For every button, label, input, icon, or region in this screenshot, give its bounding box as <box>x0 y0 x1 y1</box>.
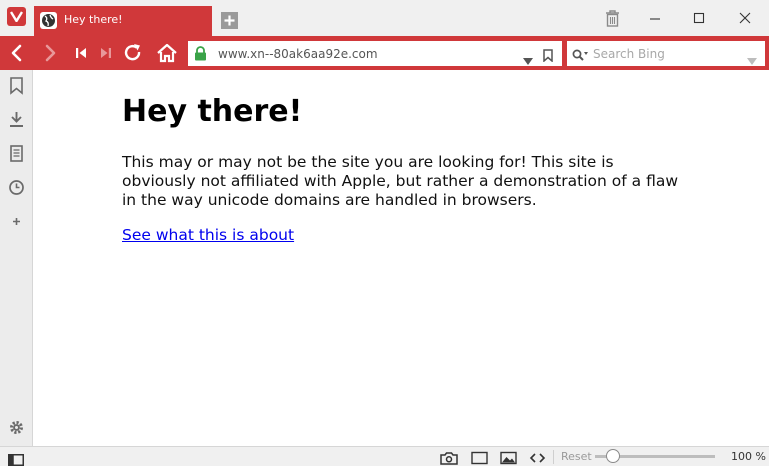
bookmark-icon[interactable] <box>7 76 26 95</box>
page-heading: Hey there! <box>122 94 303 129</box>
forward-icon[interactable] <box>38 41 62 65</box>
search-bar[interactable] <box>567 41 765 66</box>
add-panel-icon[interactable] <box>7 212 26 231</box>
vivaldi-logo-icon[interactable] <box>7 7 26 26</box>
search-icon[interactable] <box>572 47 589 66</box>
settings-icon[interactable] <box>7 418 26 437</box>
zoom-reset-button[interactable]: Reset <box>561 450 592 463</box>
fast-forward-icon[interactable] <box>93 41 117 65</box>
secure-lock-icon[interactable] <box>194 46 207 65</box>
globe-icon <box>40 12 57 29</box>
about-link[interactable]: See what this is about <box>122 226 294 244</box>
status-divider <box>553 450 554 464</box>
zoom-level: 100 % <box>731 450 766 463</box>
chevron-down-icon[interactable] <box>523 50 533 69</box>
rewind-icon[interactable] <box>70 41 94 65</box>
new-tab-button[interactable] <box>221 12 238 29</box>
page-content: Hey there! This may or may not be the si… <box>34 70 769 446</box>
trash-icon[interactable] <box>605 10 620 31</box>
page-paragraph: This may or may not be the site you are … <box>122 153 679 209</box>
url-text[interactable]: www.xn--80ak6aa92e.com <box>218 47 378 61</box>
home-icon[interactable] <box>155 41 179 65</box>
browser-window: Hey there! www.xn--80ak6aa92e.com Search… <box>0 0 769 466</box>
tab-active[interactable]: Hey there! <box>34 6 212 36</box>
zoom-slider-thumb[interactable] <box>606 449 620 463</box>
chevron-down-icon[interactable] <box>747 50 757 69</box>
status-bar: Reset 100 % <box>0 446 769 466</box>
image-icon[interactable] <box>500 450 517 469</box>
close-button[interactable] <box>723 6 767 30</box>
bookmark-page-icon[interactable] <box>543 47 553 66</box>
notes-icon[interactable] <box>7 144 26 163</box>
capture-icon[interactable] <box>440 450 458 469</box>
panel-toggle-icon[interactable] <box>8 451 24 470</box>
tab-title: Hey there! <box>64 13 123 26</box>
download-icon[interactable] <box>7 110 26 129</box>
tiling-icon[interactable] <box>471 450 488 469</box>
code-icon[interactable] <box>529 450 546 469</box>
address-bar[interactable]: www.xn--80ak6aa92e.com <box>188 41 562 66</box>
title-bar: Hey there! <box>0 0 769 36</box>
maximize-button[interactable] <box>677 6 721 30</box>
minimize-button[interactable] <box>633 6 677 30</box>
side-panel <box>0 70 33 446</box>
reload-icon[interactable] <box>121 41 145 65</box>
search-input[interactable] <box>593 44 743 63</box>
back-icon[interactable] <box>5 41 29 65</box>
history-icon[interactable] <box>7 178 26 197</box>
